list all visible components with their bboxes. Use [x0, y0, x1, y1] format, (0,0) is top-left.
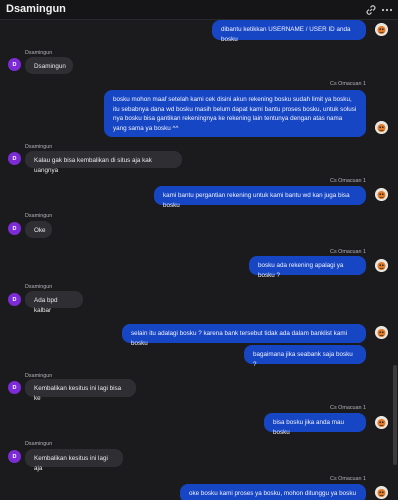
message-text: Dsamingun — [34, 63, 66, 70]
agent-message-bubble: bagaimana jika seabank saja bosku ? — [244, 345, 366, 368]
message-text: Ada bpd kalbar — [34, 297, 58, 314]
message-text: Kembalikan kesitus ini lagi aja — [34, 455, 108, 472]
avatar-initial: D — [12, 155, 17, 162]
sender-name: Cs Omacuan 1 — [330, 178, 366, 184]
message-text: bisa bosku jika anda mau bosku — [273, 419, 345, 436]
more-icon[interactable] — [380, 3, 394, 17]
agent-message-bubble: bosku ada rekening apalagi ya bosku ? — [249, 256, 366, 279]
avatar-initial: D — [12, 61, 17, 68]
sender-name: Cs Omacuan 1 — [330, 476, 366, 482]
agent-avatar[interactable] — [375, 326, 388, 339]
sender-name: Cs Omacuan 1 — [330, 405, 366, 411]
message-text: Kembalikan kesitus ini lagi bisa ke — [34, 385, 122, 402]
agent-avatar[interactable] — [375, 121, 388, 134]
agent-message-bubble: kami bantu pergantian rekening untuk kam… — [154, 186, 366, 209]
message-text: oke bosku kami proses ya bosku, mohon di… — [189, 490, 356, 500]
avatar-initial: D — [12, 225, 17, 232]
sender-name: Cs Omacuan 1 — [330, 81, 366, 87]
visitor-message-bubble: Dsamingun — [25, 57, 73, 74]
message-text: bosku mohon maaf setelah kami cek disini… — [113, 96, 357, 132]
visitor-message-bubble: Oke — [25, 221, 52, 238]
agent-message-bubble: selain itu adalagi bosku ? karena bank t… — [122, 324, 366, 347]
message-text: bosku ada rekening apalagi ya bosku ? — [258, 262, 344, 279]
visitor-message-bubble: Ada bpd kalbar — [25, 291, 83, 314]
avatar-initial: D — [12, 453, 17, 460]
avatar-initial: D — [12, 384, 17, 391]
sender-name: Dsamingun — [25, 213, 53, 219]
agent-avatar[interactable] — [375, 486, 388, 499]
agent-message-bubble: bisa bosku jika anda mau bosku — [264, 413, 366, 436]
sender-name: Dsamingun — [25, 144, 53, 150]
conversation-title: Dsamingun — [6, 3, 66, 15]
sender-name: Dsamingun — [25, 441, 53, 447]
scrollbar-thumb[interactable] — [393, 365, 397, 465]
message-text: dibantu ketikkan USERNAME / USER ID anda… — [221, 26, 351, 43]
visitor-avatar[interactable]: D — [8, 293, 21, 306]
visitor-avatar[interactable]: D — [8, 381, 21, 394]
visitor-message-bubble: Kembalikan kesitus ini lagi bisa ke — [25, 379, 136, 402]
visitor-message-bubble: Kalau gak bisa kembalikan di situs aja k… — [25, 151, 182, 174]
sender-name: Dsamingun — [25, 50, 53, 56]
sender-name: Dsamingun — [25, 284, 53, 290]
scrollbar[interactable] — [392, 20, 398, 500]
agent-avatar[interactable] — [375, 188, 388, 201]
message-text: Kalau gak bisa kembalikan di situs aja k… — [34, 157, 152, 174]
agent-avatar[interactable] — [375, 416, 388, 429]
agent-message-bubble: oke bosku kami proses ya bosku, mohon di… — [180, 484, 366, 500]
message-text: kami bantu pergantian rekening untuk kam… — [163, 192, 350, 209]
message-text: bagaimana jika seabank saja bosku ? — [253, 351, 353, 368]
link-icon[interactable] — [364, 3, 378, 17]
agent-message-bubble: dibantu ketikkan USERNAME / USER ID anda… — [212, 20, 366, 43]
agent-avatar[interactable] — [375, 259, 388, 272]
visitor-avatar[interactable]: D — [8, 58, 21, 71]
visitor-avatar[interactable]: D — [8, 222, 21, 235]
visitor-avatar[interactable]: D — [8, 152, 21, 165]
sender-name: Cs Omacuan 1 — [330, 249, 366, 255]
agent-message-bubble: bosku mohon maaf setelah kami cek disini… — [104, 90, 366, 137]
avatar-initial: D — [12, 296, 17, 303]
message-text: Oke — [34, 227, 46, 234]
message-list[interactable]: dibantu ketikkan USERNAME / USER ID anda… — [0, 20, 392, 500]
visitor-avatar[interactable]: D — [8, 450, 21, 463]
visitor-message-bubble: Kembalikan kesitus ini lagi aja — [25, 449, 123, 472]
agent-avatar[interactable] — [375, 23, 388, 36]
chat-header: Dsamingun — [0, 0, 398, 20]
